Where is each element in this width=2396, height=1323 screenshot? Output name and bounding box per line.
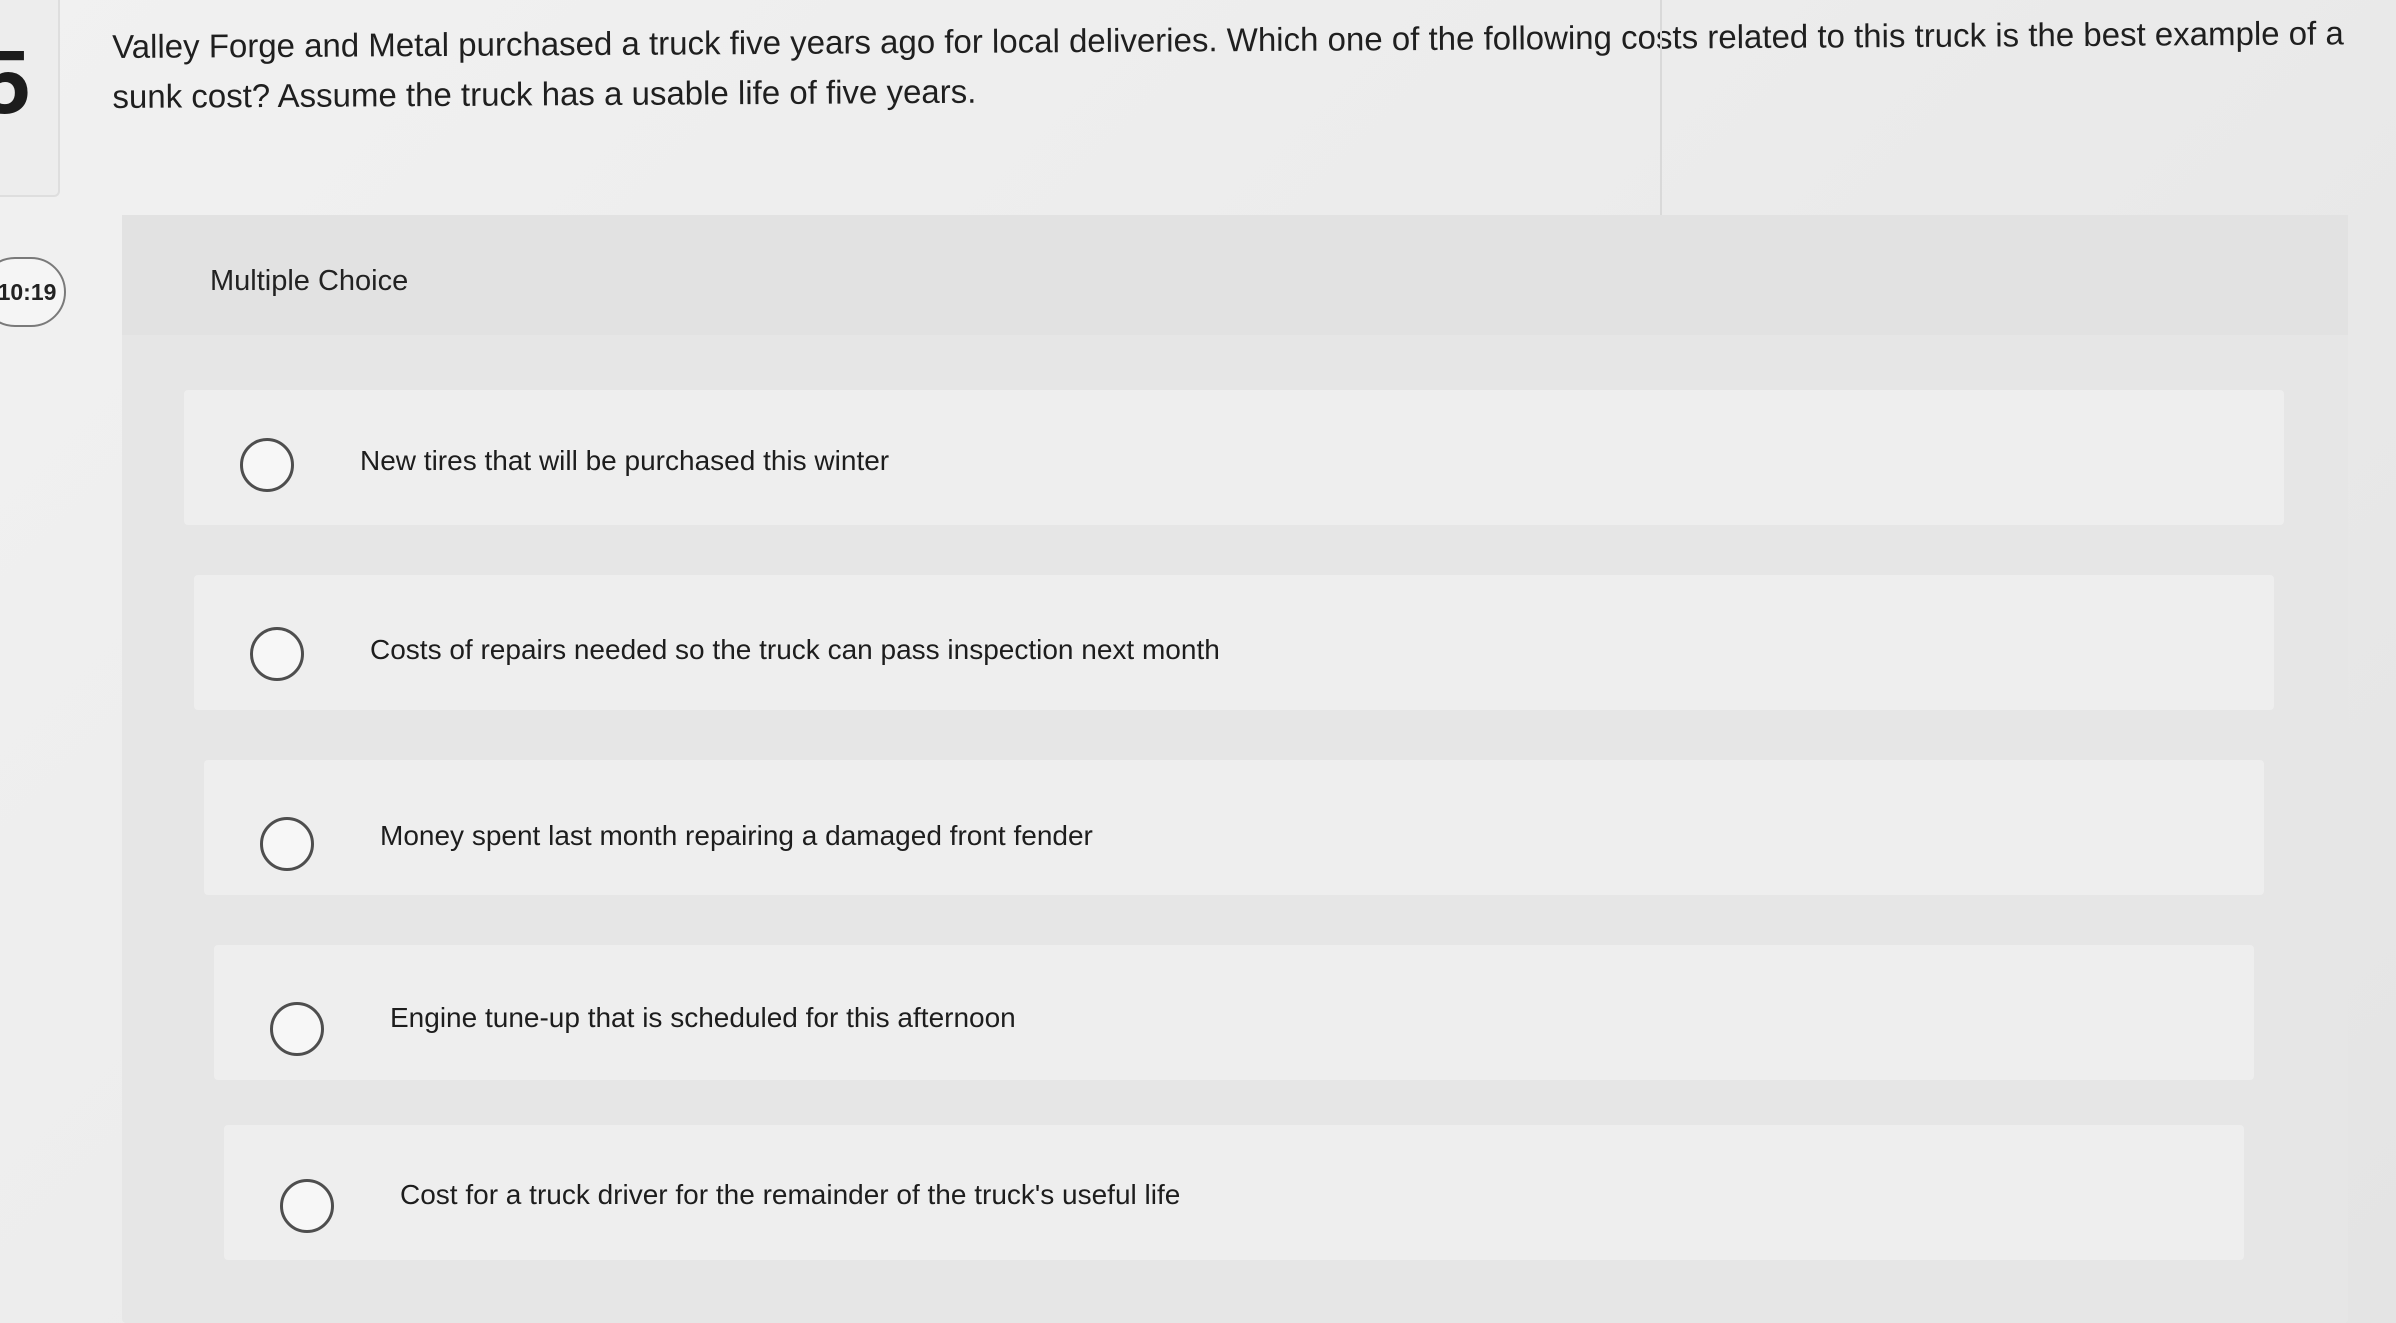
radio-unselected-icon[interactable] (240, 438, 294, 492)
panel-header: Multiple Choice (122, 215, 2348, 335)
radio-unselected-icon[interactable] (270, 1002, 324, 1056)
radio-unselected-icon[interactable] (250, 627, 304, 681)
left-rail: 5 (0, 0, 60, 197)
choice-label: Engine tune-up that is scheduled for thi… (390, 1002, 1016, 1033)
question-text: Valley Forge and Metal purchased a truck… (112, 14, 2344, 115)
choice-label: New tires that will be purchased this wi… (360, 445, 890, 476)
timer-badge: 10:19 (0, 257, 66, 327)
choice-option[interactable]: New tires that will be purchased this wi… (184, 390, 2284, 525)
panel-title: Multiple Choice (210, 265, 409, 297)
choice-label: Costs of repairs needed so the truck can… (370, 634, 1220, 665)
radio-unselected-icon[interactable] (280, 1179, 334, 1233)
choice-option[interactable]: Costs of repairs needed so the truck can… (194, 575, 2274, 710)
multiple-choice-panel: Multiple Choice New tires that will be p… (122, 215, 2348, 1323)
choice-option[interactable]: Money spent last month repairing a damag… (204, 760, 2264, 895)
question-number: 5 (0, 33, 31, 133)
choice-option[interactable]: Cost for a truck driver for the remainde… (224, 1125, 2244, 1260)
choice-label: Money spent last month repairing a damag… (380, 820, 1093, 851)
radio-unselected-icon[interactable] (260, 817, 314, 871)
choice-option[interactable]: Engine tune-up that is scheduled for thi… (214, 945, 2254, 1080)
choice-label: Cost for a truck driver for the remainde… (400, 1179, 1181, 1210)
